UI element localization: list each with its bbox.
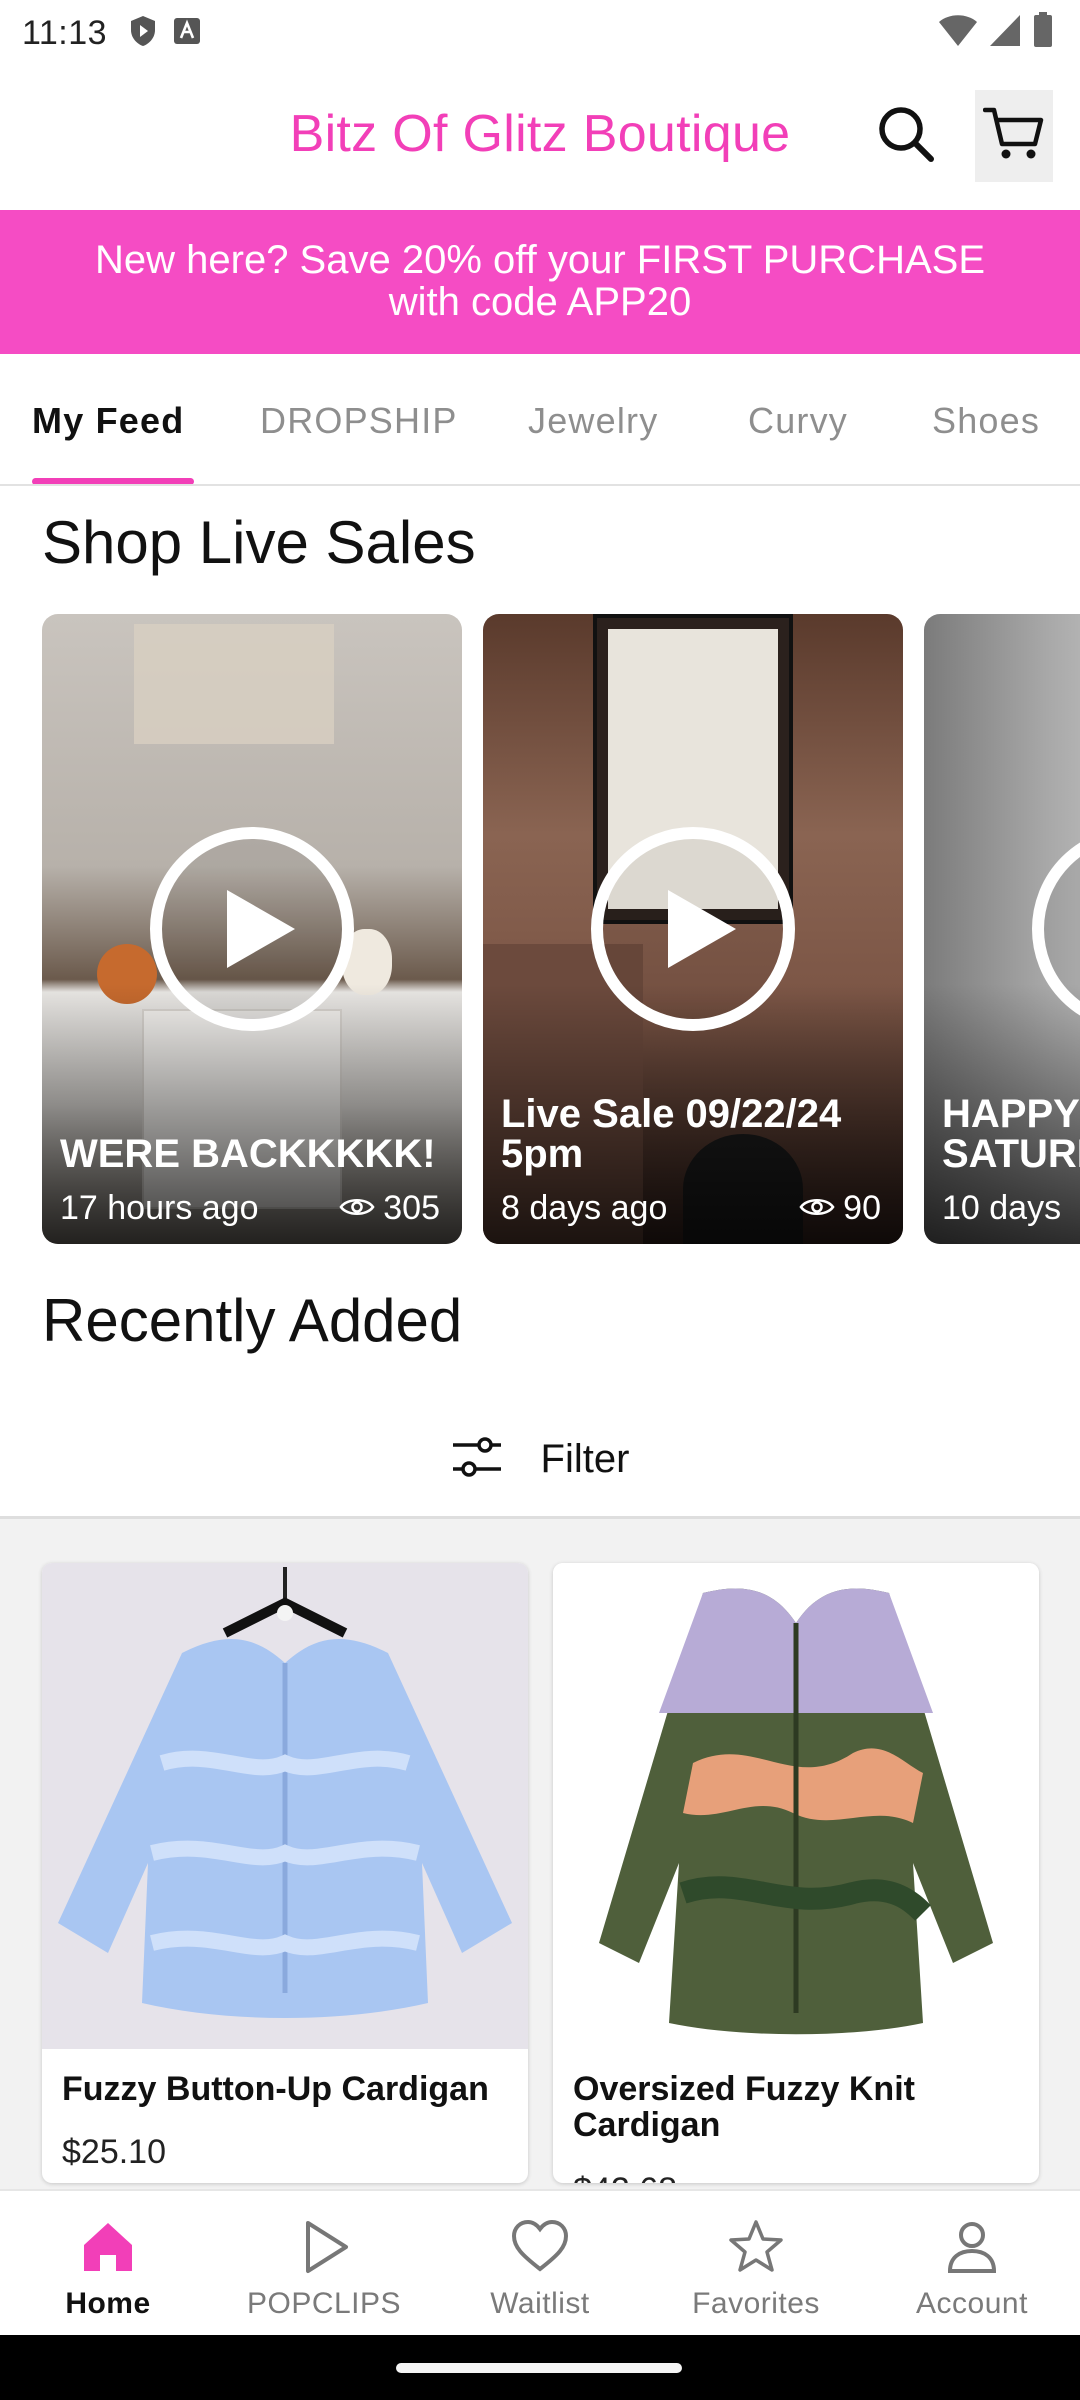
live-sale-title-line-1: Live Sale 09/22/24 <box>501 1092 842 1136</box>
product-name-line-1: Oversized Fuzzy Knit <box>573 2070 915 2108</box>
nav-label: Waitlist <box>490 2287 590 2320</box>
nav-account[interactable]: Account <box>864 2191 1080 2337</box>
play-icon[interactable] <box>588 824 798 1034</box>
product-grid: Fuzzy Button-Up Cardigan $25.10 Oversize… <box>0 1519 1080 2189</box>
live-sale-title: HAPPY SATURI <box>942 1094 1080 1174</box>
product-card[interactable]: Fuzzy Button-Up Cardigan $25.10 <box>42 1563 528 2183</box>
live-sale-title-line-2: 5pm <box>501 1132 584 1176</box>
live-sale-card[interactable]: Live Sale 09/22/24 5pm 8 days ago 90 <box>483 614 903 1244</box>
tab-jewelry[interactable]: Jewelry <box>528 400 658 442</box>
home-icon <box>78 2217 138 2277</box>
nav-label: POPCLIPS <box>246 2287 402 2320</box>
cellular-signal-icon <box>988 13 1022 52</box>
account-icon <box>942 2217 1002 2277</box>
nav-popclips[interactable]: POPCLIPS <box>216 2191 432 2337</box>
shield-play-icon <box>129 15 157 52</box>
live-sales-heading: Shop Live Sales <box>42 509 476 576</box>
recently-added-heading: Recently Added <box>42 1287 463 1354</box>
live-sale-time: 10 days <box>942 1189 1062 1227</box>
sliders-icon <box>451 1435 503 1484</box>
live-sale-title: Live Sale 09/22/24 5pm <box>501 1094 841 1174</box>
live-sale-card[interactable]: WERE BACKKKKK! 17 hours ago 305 <box>42 614 462 1244</box>
play-icon[interactable] <box>1029 824 1080 1034</box>
view-count: 305 <box>339 1189 440 1228</box>
nav-favorites[interactable]: Favorites <box>648 2191 864 2337</box>
nav-label: Home <box>65 2287 151 2320</box>
cart-button[interactable] <box>975 90 1053 182</box>
promo-line-2: with code APP20 <box>388 280 692 324</box>
app-header: Bitz Of Glitz Boutique <box>0 66 1080 210</box>
nav-label: Favorites <box>692 2287 820 2320</box>
search-icon[interactable] <box>876 104 936 164</box>
status-bar: 11:13 <box>0 0 1080 66</box>
filter-label: Filter <box>540 1436 630 1481</box>
product-price: $42.68 <box>573 2171 677 2183</box>
product-card[interactable]: Oversized Fuzzy Knit Cardigan $42.68 <box>553 1563 1039 2183</box>
play-icon[interactable] <box>147 824 357 1034</box>
font-box-icon <box>173 17 201 50</box>
bottom-navigation: Home POPCLIPS Waitlist Favorites Account <box>0 2189 1080 2335</box>
wifi-icon <box>938 13 978 52</box>
eye-icon <box>339 1189 375 1228</box>
filter-button[interactable]: Filter <box>0 1400 1080 1518</box>
view-count: 90 <box>799 1189 881 1228</box>
battery-icon <box>1032 12 1054 53</box>
promo-line-1: New here? Save 20% off your FIRST PURCHA… <box>95 238 985 282</box>
tab-shoes[interactable]: Shoes <box>932 400 1040 442</box>
view-count-value: 305 <box>383 1189 440 1227</box>
product-name: Fuzzy Button-Up Cardigan <box>62 2070 489 2108</box>
tab-curvy[interactable]: Curvy <box>748 400 848 442</box>
play-icon <box>294 2217 354 2277</box>
home-gesture-handle[interactable] <box>396 2363 682 2373</box>
nav-waitlist[interactable]: Waitlist <box>432 2191 648 2337</box>
product-image <box>42 1563 528 2049</box>
tab-dropship[interactable]: DROPSHIP <box>260 400 458 442</box>
live-sales-carousel[interactable]: WERE BACKKKKK! 17 hours ago 305 Live Sal… <box>0 614 1080 1244</box>
product-price: $25.10 <box>62 2133 166 2171</box>
status-right-icons <box>938 12 1054 53</box>
live-sale-title-line-1: HAPPY <box>942 1092 1080 1136</box>
heart-icon <box>510 2217 570 2277</box>
eye-icon <box>799 1189 835 1228</box>
cart-icon <box>982 106 1045 167</box>
live-sale-title: WERE BACKKKKK! <box>60 1132 436 1176</box>
status-time: 11:13 <box>22 13 108 52</box>
live-sale-time: 17 hours ago <box>60 1189 259 1227</box>
gesture-bar <box>0 2335 1080 2400</box>
live-sale-title-line-2: SATURI <box>942 1132 1080 1176</box>
promo-banner[interactable]: New here? Save 20% off your FIRST PURCHA… <box>0 210 1080 354</box>
product-name: Oversized Fuzzy Knit Cardigan <box>573 2071 1025 2143</box>
app-screen: 11:13 Bitz Of Glitz Boutique New here? S… <box>0 0 1080 2400</box>
nav-home[interactable]: Home <box>0 2191 216 2337</box>
star-icon <box>726 2217 786 2277</box>
live-sale-time: 8 days ago <box>501 1189 668 1227</box>
live-sale-card[interactable]: HAPPY SATURI 10 days <box>924 614 1080 1244</box>
active-tab-indicator <box>32 478 194 484</box>
nav-label: Account <box>916 2287 1028 2320</box>
product-image <box>553 1563 1039 2049</box>
view-count-value: 90 <box>843 1189 881 1227</box>
product-name-line-2: Cardigan <box>573 2106 721 2144</box>
tab-my-feed[interactable]: My Feed <box>32 400 184 442</box>
category-tabs: My Feed DROPSHIP Jewelry Curvy Shoes <box>0 354 1080 486</box>
